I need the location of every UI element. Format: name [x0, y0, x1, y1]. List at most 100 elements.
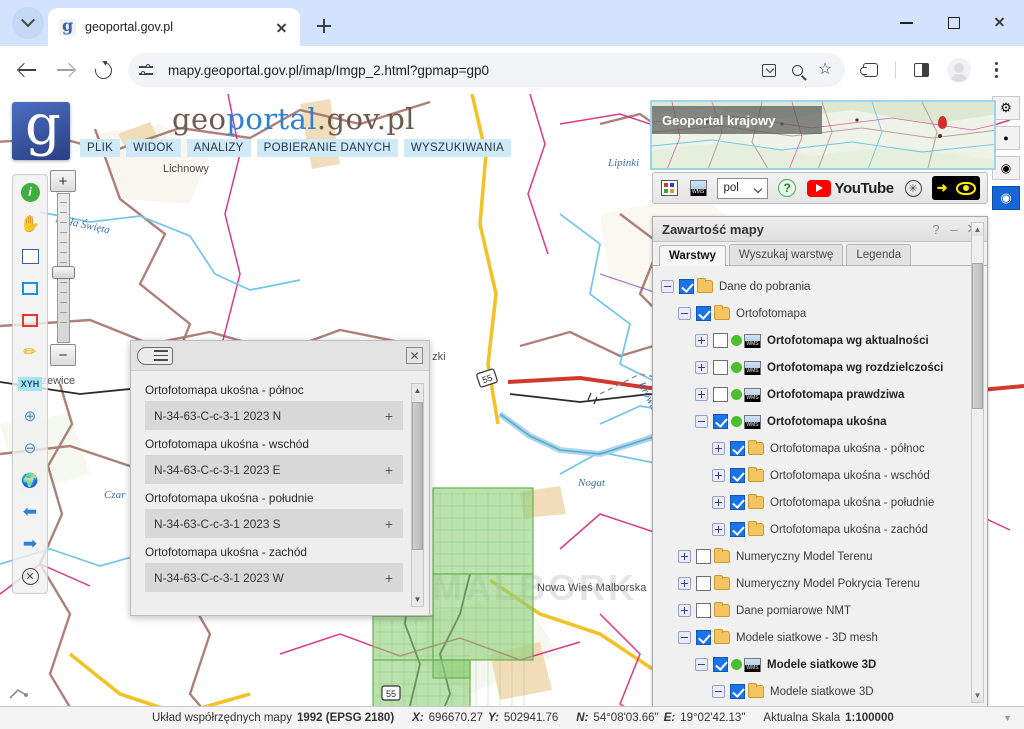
collapse-node-icon[interactable] [678, 307, 691, 320]
browser-tab[interactable]: geoportal.gov.pl [48, 8, 300, 46]
visibility-eye-button[interactable]: ◉ [992, 186, 1020, 210]
language-select[interactable]: pol [717, 178, 767, 199]
tile-add-button[interactable]: + [385, 516, 393, 532]
scroll-up-arrow[interactable]: ▲ [972, 223, 983, 236]
layer-checkbox[interactable] [696, 306, 711, 321]
layer-checkbox[interactable] [696, 603, 711, 618]
layer-checkbox[interactable] [730, 684, 745, 699]
status-collapse-button[interactable]: ▼ [1003, 713, 1012, 723]
zoom-in-tool[interactable]: ⊕ [17, 403, 43, 429]
scroll-thumb[interactable] [972, 263, 983, 409]
tile-add-button[interactable]: + [385, 570, 393, 586]
new-tab-button[interactable] [309, 11, 339, 41]
forward-button[interactable] [48, 53, 82, 87]
zoom-out-tool[interactable]: ⊖ [17, 435, 43, 461]
transparency-mid-button[interactable]: ◉ [992, 156, 1020, 180]
expand-node-icon[interactable] [695, 361, 708, 374]
window-maximize-button[interactable] [930, 0, 977, 46]
layer-checkbox[interactable] [696, 549, 711, 564]
tile-row[interactable]: N-34-63-C-c-3-1 2023 N + [145, 401, 403, 430]
scroll-down-arrow[interactable]: ▼ [972, 689, 983, 702]
reload-button[interactable] [86, 53, 120, 87]
site-info-button[interactable] [132, 56, 160, 84]
extensions-button[interactable] [853, 53, 887, 87]
zoom-slider-track[interactable] [57, 193, 70, 343]
layer-tree-node[interactable]: Ortofotomapa ukośna [653, 408, 987, 435]
layer-tree-node[interactable]: Ortofotomapa prawdziwa [653, 381, 987, 408]
youtube-link[interactable]: YouTube [807, 180, 894, 197]
layer-tree-node[interactable]: Ortofotomapa ukośna - wschód [653, 462, 987, 489]
overview-minimap[interactable]: Geoportal krajowy [650, 100, 996, 170]
expand-node-icon[interactable] [695, 388, 708, 401]
panel-minimize-button[interactable]: – [945, 220, 963, 238]
layer-tree-scrollbar[interactable]: ▲ ▼ [971, 222, 984, 703]
window-minimize-button[interactable] [883, 0, 930, 46]
layer-checkbox[interactable] [730, 522, 745, 537]
tile-row[interactable]: N-34-63-C-c-3-1 2023 E + [145, 455, 403, 484]
tab-legenda[interactable]: Legenda [846, 244, 911, 265]
install-app-button[interactable] [756, 57, 782, 83]
back-button[interactable] [10, 53, 44, 87]
layer-tree-node[interactable]: Modele siatkowe 3D [653, 678, 987, 705]
close-toolbar-tool[interactable]: ✕ [17, 563, 43, 589]
clear-selection-tool[interactable] [17, 307, 43, 333]
browser-menu-button[interactable] [980, 53, 1014, 87]
address-bar[interactable]: mapy.geoportal.gov.pl/imap/Imgp_2.html?g… [128, 53, 845, 87]
measure-pencil-tool[interactable]: ✏ [17, 339, 43, 365]
dialog-close-button[interactable]: ✕ [406, 347, 423, 364]
layer-checkbox[interactable] [713, 414, 728, 429]
bookmark-button[interactable]: ☆ [812, 57, 838, 83]
menu-wyszukiwania[interactable]: WYSZUKIWANIA [404, 139, 511, 157]
layer-tree[interactable]: Dane do pobraniaOrtofotomapaOrtofotomapa… [653, 266, 987, 707]
tile-add-button[interactable]: + [385, 408, 393, 424]
expand-node-icon[interactable] [712, 469, 725, 482]
zoom-slider-plus-button[interactable]: + [50, 170, 76, 192]
tile-add-button[interactable]: + [385, 462, 393, 478]
tab-wyszukaj-warstwe[interactable]: Wyszukaj warstwę [729, 244, 843, 265]
panel-help-button[interactable]: ? [927, 220, 945, 238]
compass-icon[interactable]: ✳ [904, 177, 923, 199]
scroll-down-arrow[interactable]: ▼ [412, 593, 423, 606]
menu-widok[interactable]: WIDOK [126, 139, 180, 157]
info-tool[interactable]: i [17, 179, 43, 205]
scroll-up-arrow[interactable]: ▲ [412, 384, 423, 397]
dialog-scrollbar[interactable]: ▲ ▼ [411, 383, 424, 607]
transparency-low-button[interactable]: ● [992, 126, 1020, 150]
layer-checkbox[interactable] [713, 333, 728, 348]
expand-node-icon[interactable] [678, 550, 691, 563]
menu-pobieranie-danych[interactable]: POBIERANIE DANYCH [257, 139, 398, 157]
layer-checkbox[interactable] [679, 279, 694, 294]
side-panel-button[interactable] [904, 53, 938, 87]
wms-layer-icon[interactable] [689, 177, 708, 199]
attribute-table-tool[interactable] [17, 243, 43, 269]
layer-checkbox[interactable] [713, 387, 728, 402]
zoom-indicator-button[interactable] [784, 57, 810, 83]
layer-tree-node[interactable]: Dane pomiarowe NMT [653, 597, 987, 624]
visibility-toggle-button[interactable]: ➜ [932, 176, 980, 200]
layer-tree-node[interactable]: Ortofotomapa wg rozdzielczości [653, 354, 987, 381]
layer-checkbox[interactable] [730, 468, 745, 483]
collapse-node-icon[interactable] [695, 658, 708, 671]
collapse-node-icon[interactable] [712, 685, 725, 698]
collapse-node-icon[interactable] [678, 631, 691, 644]
layer-tree-node[interactable]: Dane do pobrania [653, 273, 987, 300]
coordinates-xyh-tool[interactable]: XYH [17, 371, 43, 397]
legend-grid-icon[interactable] [660, 177, 679, 199]
layer-tree-node[interactable]: Numeryczny Model Terenu [653, 543, 987, 570]
zoom-slider-thumb[interactable] [52, 266, 75, 279]
layer-tree-node[interactable]: Numeryczny Model Pokrycia Terenu [653, 570, 987, 597]
layer-checkbox[interactable] [730, 495, 745, 510]
layer-tree-node[interactable]: Ortofotomapa ukośna - południe [653, 489, 987, 516]
select-rectangle-tool[interactable] [17, 275, 43, 301]
expand-node-icon[interactable] [695, 334, 708, 347]
tab-warstwy[interactable]: Warstwy [659, 245, 726, 266]
settings-gear-icon[interactable]: ⚙ [992, 96, 1020, 120]
next-extent-tool[interactable]: ➡ [17, 531, 43, 557]
expand-node-icon[interactable] [712, 523, 725, 536]
scroll-thumb[interactable] [412, 402, 423, 550]
menu-plik[interactable]: PLIK [80, 139, 120, 157]
geoportal-logo[interactable]: g [12, 102, 70, 160]
layer-tree-node[interactable]: Ortofotomapa ukośna - północ [653, 435, 987, 462]
window-close-button[interactable] [977, 0, 1024, 46]
layer-tree-node[interactable]: Modele siatkowe 3D [653, 651, 987, 678]
